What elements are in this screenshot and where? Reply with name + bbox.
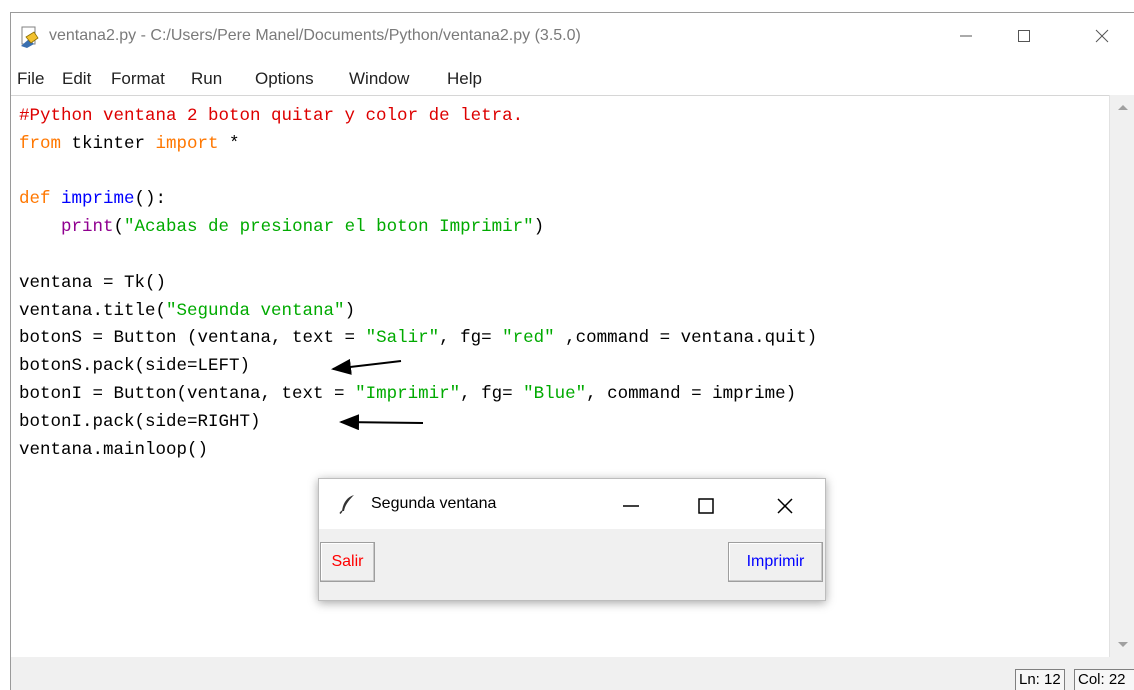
menu-options[interactable]: Options [255, 69, 314, 89]
code-token: "Acabas de presionar el boton Imprimir" [124, 217, 534, 238]
code-token: import [155, 133, 219, 154]
code-token: "red" [502, 328, 555, 349]
code-line[interactable]: print("Acabas de presionar el boton Impr… [19, 214, 817, 242]
code-token: ) [533, 217, 545, 238]
close-button[interactable] [1079, 13, 1125, 59]
menu-run[interactable]: Run [191, 69, 222, 89]
code-line[interactable]: botonI.pack(side=RIGHT) [19, 409, 817, 437]
code-line[interactable] [19, 159, 817, 187]
code-line[interactable]: ventana.title("Segunda ventana") [19, 298, 817, 326]
code-line[interactable]: botonS.pack(side=LEFT) [19, 353, 817, 381]
code-token: botonI = Button(ventana, text = [19, 383, 356, 404]
close-icon [777, 498, 793, 514]
code-token: (): [134, 189, 167, 210]
status-column: Col: 22 [1074, 669, 1134, 690]
code-token: botonS.pack(side=LEFT) [19, 356, 251, 377]
code-token: , fg= [460, 383, 524, 404]
code-token: botonS = Button (ventana, text = [19, 328, 366, 349]
menu-window[interactable]: Window [349, 69, 409, 89]
close-icon [1095, 29, 1109, 43]
menu-file[interactable]: File [17, 69, 44, 89]
code-token: ventana = Tk() [19, 272, 167, 293]
status-bar: Ln: 12 Col: 22 [11, 657, 1134, 690]
code-token: * [218, 133, 240, 154]
code-token: ) [344, 300, 356, 321]
maximize-icon [698, 498, 714, 514]
menu-edit[interactable]: Edit [62, 69, 91, 89]
tk-window-title: Segunda ventana [371, 495, 497, 512]
maximize-button[interactable] [1001, 13, 1047, 59]
code-token: ,command = ventana.quit) [554, 328, 818, 349]
code-line[interactable] [19, 242, 817, 270]
tk-minimize-button[interactable] [608, 483, 654, 529]
code-token: ventana.title( [19, 300, 167, 321]
code-token: #Python ventana 2 boton quitar y color d… [19, 106, 524, 126]
window-title: ventana2.py - C:/Users/Pere Manel/Docume… [49, 27, 581, 44]
code-token: "Salir" [365, 328, 440, 349]
code-token: imprime [61, 189, 135, 210]
code-token: "Blue" [523, 383, 587, 404]
tk-title-bar: Segunda ventana [319, 479, 825, 529]
minimize-button[interactable] [943, 13, 989, 59]
status-line: Ln: 12 [1015, 669, 1065, 690]
code-token: def [19, 189, 51, 210]
code-token: from [19, 133, 62, 154]
code-line[interactable]: def imprime(): [19, 186, 817, 214]
code-token: , command = imprime) [586, 383, 797, 404]
code-line[interactable]: from tkinter import * [19, 131, 817, 159]
menu-format[interactable]: Format [111, 69, 165, 89]
feather-icon [339, 494, 357, 519]
code-line[interactable]: ventana = Tk() [19, 270, 817, 298]
menu-help[interactable]: Help [447, 69, 482, 89]
vertical-scrollbar[interactable] [1109, 95, 1134, 657]
tk-close-button[interactable] [762, 483, 808, 529]
code-token: ( [113, 217, 125, 238]
code-line[interactable]: #Python ventana 2 boton quitar y color d… [19, 103, 817, 131]
title-bar: ventana2.py - C:/Users/Pere Manel/Docume… [11, 13, 1134, 61]
imprimir-button[interactable]: Imprimir [728, 542, 823, 582]
code-line[interactable]: botonS = Button (ventana, text = "Salir"… [19, 325, 817, 353]
code-token: ventana.mainloop() [19, 439, 209, 460]
tk-maximize-button[interactable] [683, 483, 729, 529]
minimize-icon [960, 35, 972, 37]
code-text[interactable]: #Python ventana 2 boton quitar y color d… [19, 103, 817, 464]
code-token: tkinter [61, 133, 156, 154]
maximize-icon [1018, 30, 1030, 42]
code-line[interactable]: botonI = Button(ventana, text = "Imprimi… [19, 381, 817, 409]
code-token: print [61, 217, 114, 238]
code-token: botonI.pack(side=RIGHT) [19, 411, 261, 432]
code-line[interactable]: ventana.mainloop() [19, 437, 817, 465]
minimize-icon [623, 505, 639, 507]
code-token: "Imprimir" [355, 383, 461, 404]
scroll-up-icon[interactable] [1118, 105, 1128, 110]
tk-window: Segunda ventana Salir Imprimir [318, 478, 826, 601]
code-token: "Segunda ventana" [166, 300, 345, 321]
idle-file-icon [19, 26, 41, 48]
code-token: , fg= [439, 328, 503, 349]
scroll-down-icon[interactable] [1118, 642, 1128, 647]
salir-button[interactable]: Salir [320, 542, 375, 582]
menu-bar: File Edit Format Run Options Window Help [11, 63, 1134, 95]
